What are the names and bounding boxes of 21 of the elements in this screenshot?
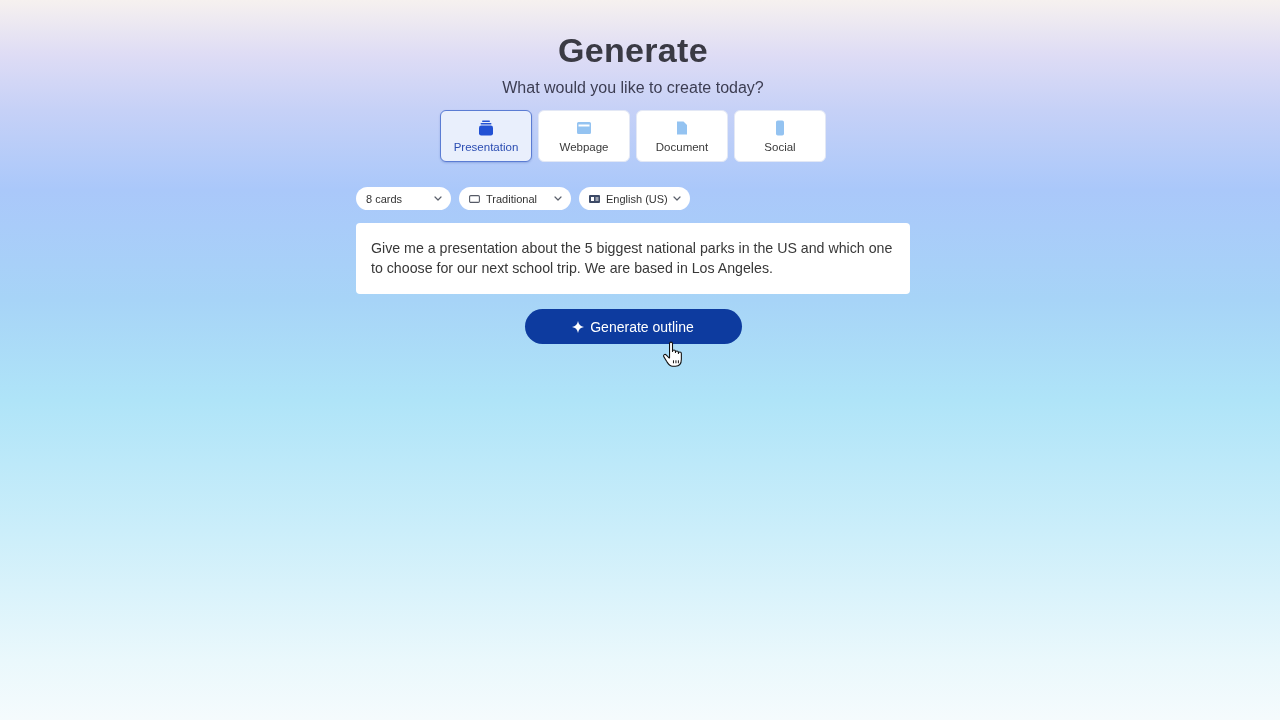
content-type-tab[interactable]: Presentation [440,110,532,162]
rectangle-icon [469,194,480,203]
hand-cursor-icon [661,341,682,367]
page-subtitle: What would you like to create today? [502,78,764,98]
chevron-down-icon [673,196,681,201]
slides-icon [478,120,494,136]
generate-button[interactable]: Generate outline [524,309,742,344]
card-count-dropdown[interactable]: 8 cards [356,187,451,210]
prompt-field[interactable]: Give me a presentation about the 5 biggest national parks in the US and which one to choose for our next school trip. We are based in Los Angeles. [356,223,910,294]
sparkle-icon [572,320,585,333]
content-type-tab[interactable]: Webpage [538,110,630,162]
chevron-down-icon [434,196,442,201]
content-type-tab[interactable]: Social [734,110,826,162]
language-dropdown[interactable]: English (US) [579,187,690,210]
content-type-tab[interactable]: Document [636,110,728,162]
format-dropdown[interactable]: Traditional [459,187,571,210]
chevron-down-icon [554,196,562,201]
page-title: Generate [558,30,708,70]
id-card-icon [589,194,600,203]
document-icon [674,120,690,136]
browser-window-icon [576,120,592,136]
